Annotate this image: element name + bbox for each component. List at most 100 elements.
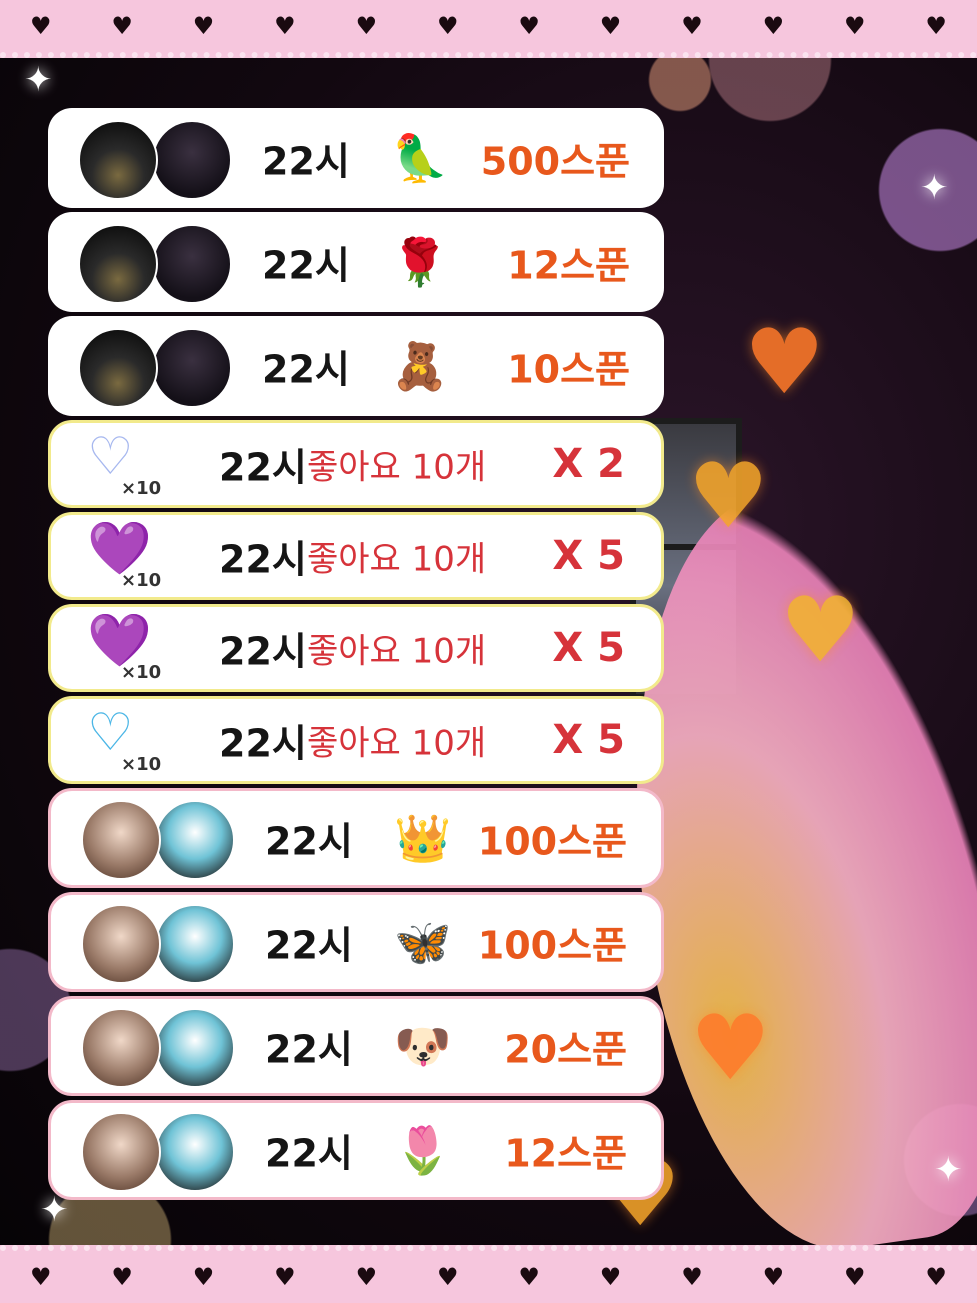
avatar <box>155 1112 235 1192</box>
avatar <box>78 120 158 200</box>
avatar <box>155 1008 235 1088</box>
lace-heart-icon: ♥ <box>29 1263 52 1291</box>
like-row[interactable]: 💜 ×10 22시 좋아요 10개 X 5 <box>48 512 664 600</box>
lace-heart-icon: ♥ <box>274 12 296 40</box>
orange-heart-decoration: ♥ <box>780 578 861 683</box>
like-row[interactable]: ♡ ×10 22시 좋아요 10개 X 5 <box>48 696 664 784</box>
sparkle-icon: ✦ <box>920 168 949 208</box>
lace-heart-icon: ♥ <box>518 1263 540 1291</box>
row-time: 22시 <box>265 923 353 968</box>
crown-icon: 👑 <box>394 811 452 865</box>
gift-row[interactable]: 22시 👑 100스푼 <box>48 788 664 888</box>
row-time: 22시 <box>265 1131 353 1176</box>
like-multiplier: X 5 <box>552 717 625 763</box>
lace-heart-icon: ♥ <box>844 12 866 40</box>
lace-heart-icon: ♥ <box>436 1263 459 1291</box>
row-time: 22시 <box>219 629 307 674</box>
like-label: 좋아요 10개 <box>307 539 487 580</box>
lace-heart-icon: ♥ <box>762 12 785 40</box>
gift-row[interactable]: 22시 🌹 12스푼 <box>48 212 664 312</box>
orange-heart-decoration: ♥ <box>690 996 771 1101</box>
lace-heart-icon: ♥ <box>844 1263 866 1291</box>
like-label: 좋아요 10개 <box>307 723 487 764</box>
gift-row[interactable]: 22시 🌷 12스푼 <box>48 1100 664 1200</box>
lace-heart-icon: ♥ <box>925 12 947 40</box>
like-badge: ♡ ×10 <box>81 705 161 775</box>
like-label: 좋아요 10개 <box>307 447 487 488</box>
lace-heart-icon: ♥ <box>681 12 703 40</box>
like-badge: 💜 ×10 <box>81 613 161 683</box>
avatar <box>152 224 232 304</box>
avatar <box>81 1008 161 1088</box>
gift-row[interactable]: 22시 🦋 100스푼 <box>48 892 664 992</box>
like-count-badge: ×10 <box>121 754 162 775</box>
parrot-icon: 🦜 <box>391 131 449 185</box>
lace-heart-icon: ♥ <box>599 1263 622 1291</box>
avatar-pair <box>78 328 238 408</box>
avatar-pair <box>81 800 241 880</box>
avatar <box>81 800 161 880</box>
row-time: 22시 <box>262 347 350 392</box>
lace-heart-icon: ♥ <box>274 1263 296 1291</box>
avatar <box>78 224 158 304</box>
butterfly-icon: 🦋 <box>394 915 452 969</box>
spoon-amount: 12스푼 <box>507 243 630 288</box>
avatar <box>152 328 232 408</box>
lace-heart-icon: ♥ <box>681 1263 703 1291</box>
lace-heart-icon: ♥ <box>111 1263 133 1291</box>
row-time: 22시 <box>265 1027 353 1072</box>
avatar <box>155 800 235 880</box>
sparkle-icon: ✦ <box>934 1150 963 1190</box>
gift-list: 22시 🦜 500스푼 22시 🌹 12스푼 22시 🧸 10스푼 ♡ ×10 … <box>48 108 664 1204</box>
spoon-amount: 10스푼 <box>507 347 630 392</box>
lace-border-top: ♥ ♥ ♥ ♥ ♥ ♥ ♥ ♥ ♥ ♥ ♥ ♥ <box>0 0 977 58</box>
avatar <box>81 1112 161 1192</box>
lace-border-bottom: ♥ ♥ ♥ ♥ ♥ ♥ ♥ ♥ ♥ ♥ ♥ ♥ <box>0 1245 977 1303</box>
rose-icon: 🌹 <box>391 235 449 289</box>
avatar-pair <box>81 1112 241 1192</box>
spoon-amount: 100스푼 <box>477 819 627 864</box>
pink-rose-icon: 🌷 <box>394 1123 452 1177</box>
teddy-bear-icon: 🧸 <box>391 339 449 393</box>
lace-heart-icon: ♥ <box>192 1263 215 1291</box>
lace-heart-icon: ♥ <box>762 1263 785 1291</box>
lace-heart-icon: ♥ <box>925 1263 947 1291</box>
purple-heart-icon: 💜 <box>87 611 152 671</box>
lace-heart-icon: ♥ <box>111 12 133 40</box>
avatar-pair <box>78 224 238 304</box>
avatar-pair <box>81 904 241 984</box>
row-time: 22시 <box>262 243 350 288</box>
like-row[interactable]: 💜 ×10 22시 좋아요 10개 X 5 <box>48 604 664 692</box>
orange-heart-decoration: ♥ <box>688 444 769 549</box>
avatar-pair <box>81 1008 241 1088</box>
avatar <box>78 328 158 408</box>
like-multiplier: X 5 <box>552 625 625 671</box>
row-time: 22시 <box>219 537 307 582</box>
like-row[interactable]: ♡ ×10 22시 좋아요 10개 X 2 <box>48 420 664 508</box>
lace-heart-icon: ♥ <box>436 12 459 40</box>
gift-row[interactable]: 22시 🦜 500스푼 <box>48 108 664 208</box>
spoon-amount: 100스푼 <box>477 923 627 968</box>
avatar <box>81 904 161 984</box>
flower-heart-icon: ♡ <box>87 427 134 487</box>
blue-heart-icon: ♡ <box>87 703 134 763</box>
lace-heart-icon: ♥ <box>599 12 622 40</box>
avatar <box>152 120 232 200</box>
like-label: 좋아요 10개 <box>307 631 487 672</box>
avatar-pair <box>78 120 238 200</box>
lace-heart-icon: ♥ <box>192 12 215 40</box>
lace-heart-icon: ♥ <box>355 12 378 40</box>
like-badge: 💜 ×10 <box>81 521 161 591</box>
sparkle-icon: ✦ <box>24 60 53 100</box>
gift-row[interactable]: 22시 🧸 10스푼 <box>48 316 664 416</box>
lace-heart-icon: ♥ <box>518 12 540 40</box>
avatar <box>155 904 235 984</box>
orange-heart-decoration: ♥ <box>744 310 825 415</box>
row-time: 22시 <box>265 819 353 864</box>
spoon-amount: 20스푼 <box>504 1027 627 1072</box>
like-multiplier: X 5 <box>552 533 625 579</box>
gift-row[interactable]: 22시 🐶 20스푼 <box>48 996 664 1096</box>
row-time: 22시 <box>262 139 350 184</box>
like-count-badge: ×10 <box>121 662 162 683</box>
like-count-badge: ×10 <box>121 478 162 499</box>
